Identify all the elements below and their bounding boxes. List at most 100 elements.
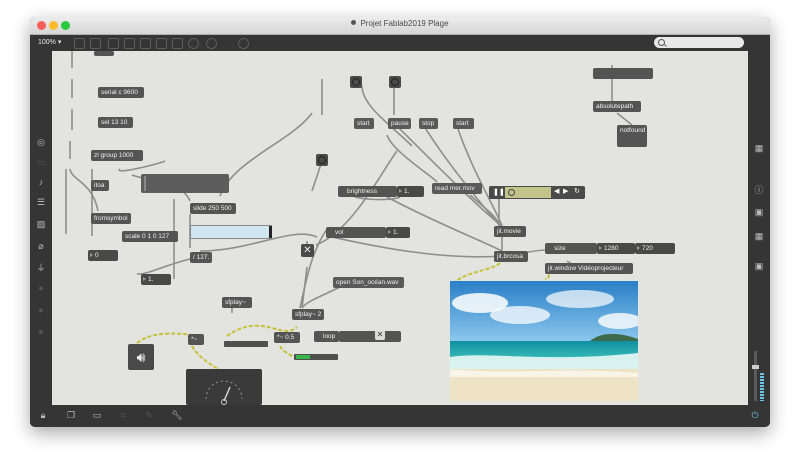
calendar-icon[interactable]: ▦: [752, 231, 766, 242]
bang-button-3[interactable]: [316, 154, 328, 166]
cord: [118, 160, 165, 172]
itoa-object[interactable]: itoa: [91, 180, 109, 191]
signal-cord: [191, 345, 223, 372]
sfplay-object[interactable]: sfplay~: [222, 297, 252, 308]
cord: [301, 266, 308, 309]
circle-icon[interactable]: ●: [34, 283, 48, 293]
next-icon[interactable]: ▶: [563, 187, 568, 195]
patch-canvas[interactable]: serial c 9600 sel 13 10 zl group 1000 it…: [52, 51, 748, 405]
jit-window-object[interactable]: jit.window Vidéoprojecteur: [545, 263, 633, 274]
audio-output-button[interactable]: 🔊︎: [128, 344, 154, 370]
volume-slider-patch[interactable]: [190, 225, 272, 239]
volume-slider[interactable]: [752, 351, 759, 401]
cpu-icon[interactable]: [206, 38, 217, 49]
circle-icon-2[interactable]: ●: [34, 305, 48, 315]
jit-brcosa-object[interactable]: jit.brcosa: [494, 251, 528, 262]
target-icon[interactable]: ◎: [34, 137, 48, 148]
refresh-icon[interactable]: ↻: [574, 187, 580, 195]
pause-icon[interactable]: ❚❚: [493, 188, 505, 196]
previous-icon[interactable]: ◀: [554, 187, 559, 195]
undo-icon[interactable]: [74, 38, 85, 49]
size-object[interactable]: size: [545, 243, 597, 254]
video-preview: [450, 281, 638, 401]
presentation-icon[interactable]: ▭: [90, 410, 104, 421]
music-note-icon[interactable]: ♪: [34, 177, 48, 187]
pause-message[interactable]: pause: [388, 118, 411, 129]
right-sidebar: ▦ ⓘ ▣ ▦ ▣: [748, 51, 770, 405]
cord: [219, 112, 313, 197]
bulb-icon[interactable]: [188, 38, 199, 49]
number-box-zero[interactable]: 0: [88, 250, 118, 261]
sfplay2-object[interactable]: sfplay~ 2: [292, 309, 324, 320]
absolutepath-object[interactable]: absolutepath: [593, 101, 641, 112]
book-icon[interactable]: ▣: [752, 207, 766, 218]
top-object-stub[interactable]: [94, 51, 114, 56]
loop-toggle[interactable]: ✕: [375, 330, 385, 340]
redo-icon[interactable]: [90, 38, 101, 49]
read-movie-message[interactable]: read mer.mov: [432, 183, 482, 194]
loop-object[interactable]: loop: [314, 331, 339, 342]
width-number[interactable]: 1280: [597, 243, 635, 254]
vol-object[interactable]: vol: [326, 227, 386, 238]
beach-image: [450, 281, 638, 401]
height-number[interactable]: 720: [635, 243, 675, 254]
text-display[interactable]: [141, 174, 229, 193]
search-field[interactable]: [654, 37, 744, 48]
movie-transport[interactable]: ❚❚ ◀ ▶ ↻: [489, 186, 585, 199]
bang-button-1[interactable]: [350, 76, 362, 88]
number-icon[interactable]: [156, 38, 167, 49]
top-right-object[interactable]: [593, 68, 653, 79]
brightness-object[interactable]: brightness: [338, 186, 397, 197]
scale-object[interactable]: scale 0 1 0 127: [122, 231, 178, 242]
notfound-outlet[interactable]: notfound: [617, 125, 647, 147]
comment-icon[interactable]: [108, 38, 119, 49]
multiply-half-object[interactable]: *~ 0.5: [274, 332, 300, 343]
zl-group-object[interactable]: zl group 1000: [91, 150, 143, 161]
lock-icon[interactable]: 🔒︎: [36, 410, 50, 421]
object-icon[interactable]: [124, 38, 135, 49]
book-icon-2[interactable]: ▣: [752, 261, 766, 272]
float-number-one[interactable]: 1.: [141, 274, 171, 285]
jit-movie-object[interactable]: jit.movie: [494, 226, 526, 237]
plug-icon[interactable]: ⏚: [34, 261, 48, 274]
start-message-2[interactable]: start: [453, 118, 474, 129]
zoom-menu[interactable]: 100% ▾: [38, 38, 61, 46]
vol-value[interactable]: 1.: [386, 227, 410, 238]
message-icon[interactable]: [140, 38, 151, 49]
slide-object[interactable]: slide 250 500: [190, 203, 236, 214]
windows-icon[interactable]: ❐: [64, 410, 78, 421]
toggle-icon[interactable]: [172, 38, 183, 49]
bang-button-2[interactable]: [389, 76, 401, 88]
image-icon[interactable]: ▨: [34, 219, 48, 230]
star-icon[interactable]: ★: [34, 327, 48, 338]
cord: [386, 196, 503, 252]
info-icon[interactable]: ⓘ: [752, 183, 766, 196]
signal-cord: [136, 332, 193, 344]
tools-icon[interactable]: ✎: [142, 410, 156, 421]
divide-object[interactable]: / 127.: [190, 252, 212, 263]
playlist-icon[interactable]: ☰: [34, 197, 48, 208]
sel-object[interactable]: sel 13 10: [98, 117, 133, 128]
dial-meter[interactable]: [186, 369, 262, 405]
grid-icon[interactable]: ▦: [752, 143, 766, 154]
cord: [136, 258, 191, 275]
cord: [301, 285, 343, 309]
clip-icon[interactable]: ⌀: [34, 241, 48, 252]
loop-icon[interactable]: [238, 38, 249, 49]
brightness-value[interactable]: 1.: [397, 186, 424, 197]
power-icon[interactable]: ⏻: [748, 410, 762, 421]
cord: [396, 125, 503, 227]
grid-icon-bottom[interactable]: ⌗: [116, 410, 130, 421]
multiply-signal-object[interactable]: *~: [188, 334, 204, 345]
audio-level-meter-2: [294, 354, 338, 360]
fromsymbol-object[interactable]: fromsymbol: [91, 213, 131, 224]
toggle-x[interactable]: ✕: [301, 244, 314, 257]
document-icon: [351, 20, 357, 25]
list-icon[interactable]: ▭: [34, 157, 48, 168]
start-message[interactable]: start: [354, 118, 374, 129]
stop-message[interactable]: stop: [419, 118, 438, 129]
wrench-icon[interactable]: 🔧︎: [170, 410, 184, 421]
open-file-message[interactable]: open Son_océan.wav: [333, 277, 404, 288]
text-display-handle: [144, 176, 146, 191]
serial-object[interactable]: serial c 9600: [98, 87, 144, 98]
